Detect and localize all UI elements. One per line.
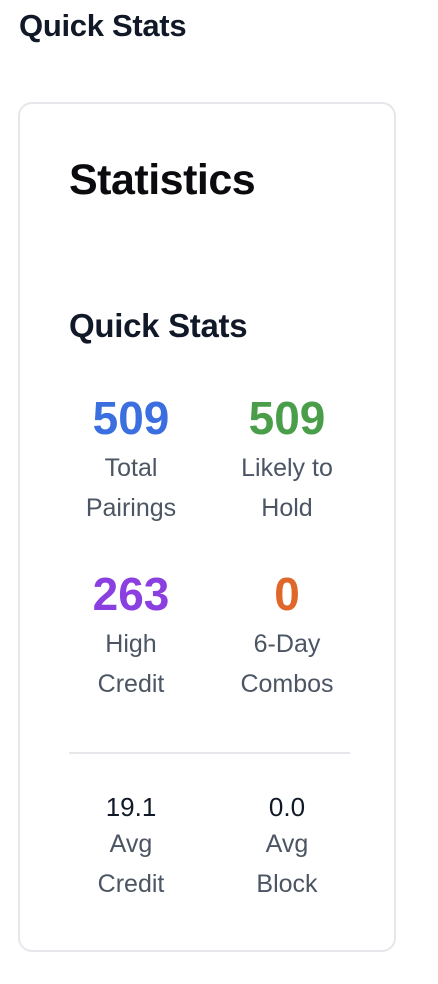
avg-credit: 19.1 Avg Credit [46,790,216,904]
stat-label: 6-Day Combos [202,624,372,704]
avg-value: 0.0 [268,792,306,822]
stat-label-line: Hold [261,494,313,522]
statistics-card: Statistics Quick Stats 509 Total Pairing… [18,102,396,952]
avg-label: Avg Credit [46,824,216,904]
divider [69,752,350,754]
stat-label-line: Likely to [241,454,333,482]
stat-value: 509 [92,392,170,444]
section-title: Quick Stats [69,307,248,344]
page-heading: Quick Stats [19,8,187,43]
stat-label-line: Credit [97,670,165,698]
stat-label: High Credit [46,624,216,704]
stat-label-line: High [105,630,157,658]
stat-label-line: Total [104,454,158,482]
avg-label-line: Avg [265,830,309,858]
stat-label: Likely to Hold [202,448,372,528]
avg-value: 19.1 [105,792,157,822]
stat-likely-to-hold: 509 Likely to Hold [202,392,372,528]
stat-label-line: Combos [240,670,334,698]
avg-label-line: Block [256,870,318,898]
avg-label-line: Avg [109,830,153,858]
stat-6-day-combos: 0 6-Day Combos [202,568,372,704]
stat-label-line: Pairings [85,494,177,522]
stat-label-line: 6-Day [253,630,321,658]
stat-total-pairings: 509 Total Pairings [46,392,216,528]
stat-value: 509 [248,392,326,444]
avg-label: Avg Block [202,824,372,904]
stat-label: Total Pairings [46,448,216,528]
card-title: Statistics [69,156,256,204]
stat-value: 263 [92,568,170,620]
avg-block: 0.0 Avg Block [202,790,372,904]
stat-high-credit: 263 High Credit [46,568,216,704]
avg-label-line: Credit [97,870,165,898]
stat-value: 0 [274,568,300,620]
